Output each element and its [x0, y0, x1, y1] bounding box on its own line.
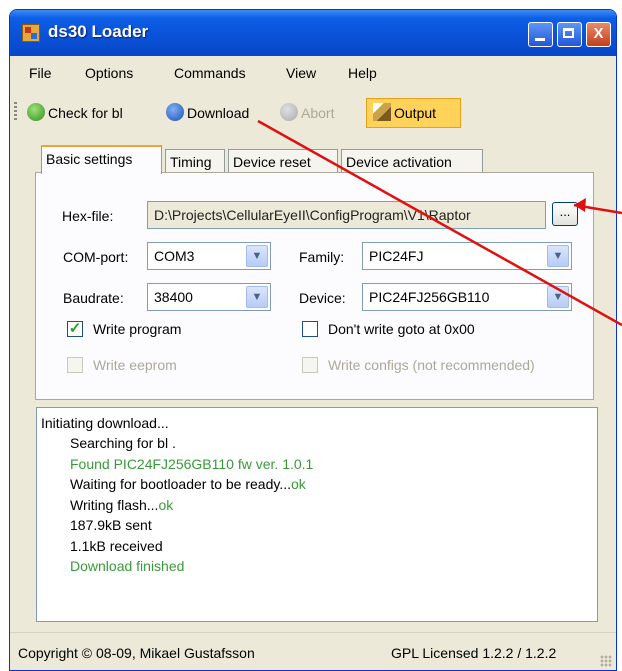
- toolbar-grip[interactable]: [14, 102, 17, 122]
- dont-write-goto-checkbox[interactable]: [302, 321, 318, 337]
- log-line: Initiating download...: [41, 415, 169, 431]
- menu-options[interactable]: Options: [85, 65, 133, 81]
- write-program-label: Write program: [93, 321, 182, 337]
- baudrate-label: Baudrate:: [63, 290, 124, 306]
- output-button[interactable]: Output: [366, 98, 461, 128]
- device-select[interactable]: PIC24FJ256GB110 ▼: [362, 283, 572, 311]
- hexfile-field[interactable]: D:\Projects\CellularEyeII\ConfigProgram\…: [147, 201, 546, 229]
- chevron-down-icon[interactable]: ▼: [246, 286, 268, 308]
- abort-grey-icon: [280, 103, 298, 122]
- log-line: Found PIC24FJ256GB110 fw ver. 1.0.1: [70, 456, 314, 472]
- output-log[interactable]: Initiating download... Searching for bl …: [36, 407, 598, 622]
- log-line: Searching for bl .: [70, 435, 176, 451]
- menu-bar: File Options Commands View Help: [10, 56, 616, 90]
- copyright-text: Copyright © 08-09, Mikael Gustafsson: [18, 645, 255, 661]
- comport-select[interactable]: COM3 ▼: [147, 242, 271, 270]
- tab-device-reset[interactable]: Device reset: [228, 149, 338, 173]
- license-version-text: GPL Licensed 1.2.2 / 1.2.2: [391, 645, 557, 661]
- tab-device-activation[interactable]: Device activation: [341, 149, 483, 173]
- check-for-bl-button[interactable]: Check for bl: [27, 100, 123, 126]
- dont-write-goto-label: Don't write goto at 0x00: [328, 321, 475, 337]
- write-eeprom-checkbox[interactable]: [67, 357, 83, 373]
- family-label: Family:: [299, 249, 345, 265]
- comport-label: COM-port:: [63, 249, 129, 265]
- log-line: 187.9kB sent: [70, 517, 152, 533]
- output-pen-icon: [373, 103, 391, 122]
- refresh-green-icon: [27, 103, 45, 122]
- baudrate-select[interactable]: 38400 ▼: [147, 283, 271, 311]
- chevron-down-icon[interactable]: ▼: [547, 245, 569, 267]
- chevron-down-icon[interactable]: ▼: [547, 286, 569, 308]
- write-configs-checkbox[interactable]: [302, 357, 318, 373]
- download-button[interactable]: Download: [166, 100, 249, 126]
- device-label: Device:: [299, 290, 346, 306]
- menu-view[interactable]: View: [286, 65, 316, 81]
- family-select[interactable]: PIC24FJ ▼: [362, 242, 572, 270]
- menu-commands[interactable]: Commands: [174, 65, 246, 81]
- app-window: ds30 Loader X File Options Commands View…: [9, 9, 617, 671]
- hexfile-label: Hex-file:: [62, 208, 114, 224]
- browse-button[interactable]: ...: [552, 202, 578, 226]
- abort-button[interactable]: Abort: [280, 100, 334, 126]
- close-icon: X: [593, 25, 604, 42]
- log-line: 1.1kB received: [70, 538, 163, 554]
- menu-help[interactable]: Help: [348, 65, 377, 81]
- maximize-button[interactable]: [557, 22, 582, 47]
- tab-timing[interactable]: Timing: [165, 149, 225, 173]
- ds30-loader-icon: [22, 24, 40, 42]
- write-eeprom-label: Write eeprom: [93, 357, 177, 373]
- resize-grip[interactable]: [600, 655, 612, 667]
- window-title: ds30 Loader: [48, 22, 149, 41]
- minimize-button[interactable]: [528, 22, 553, 47]
- close-button[interactable]: X: [586, 22, 611, 47]
- log-line: Waiting for bootloader to be ready...ok: [70, 476, 306, 492]
- log-line: Writing flash...ok: [70, 497, 174, 513]
- write-program-checkbox[interactable]: ✓: [67, 321, 83, 337]
- tab-basic-settings[interactable]: Basic settings: [41, 145, 162, 174]
- title-bar[interactable]: ds30 Loader X: [10, 10, 616, 56]
- download-blue-icon: [166, 103, 184, 122]
- toolbar: Check for bl Download Abort Output: [10, 92, 616, 132]
- status-bar: Copyright © 08-09, Mikael Gustafsson GPL…: [10, 632, 616, 670]
- menu-file[interactable]: File: [29, 65, 52, 81]
- chevron-down-icon[interactable]: ▼: [246, 245, 268, 267]
- log-line: Download finished: [70, 558, 185, 574]
- write-configs-label: Write configs (not recommended): [328, 357, 535, 373]
